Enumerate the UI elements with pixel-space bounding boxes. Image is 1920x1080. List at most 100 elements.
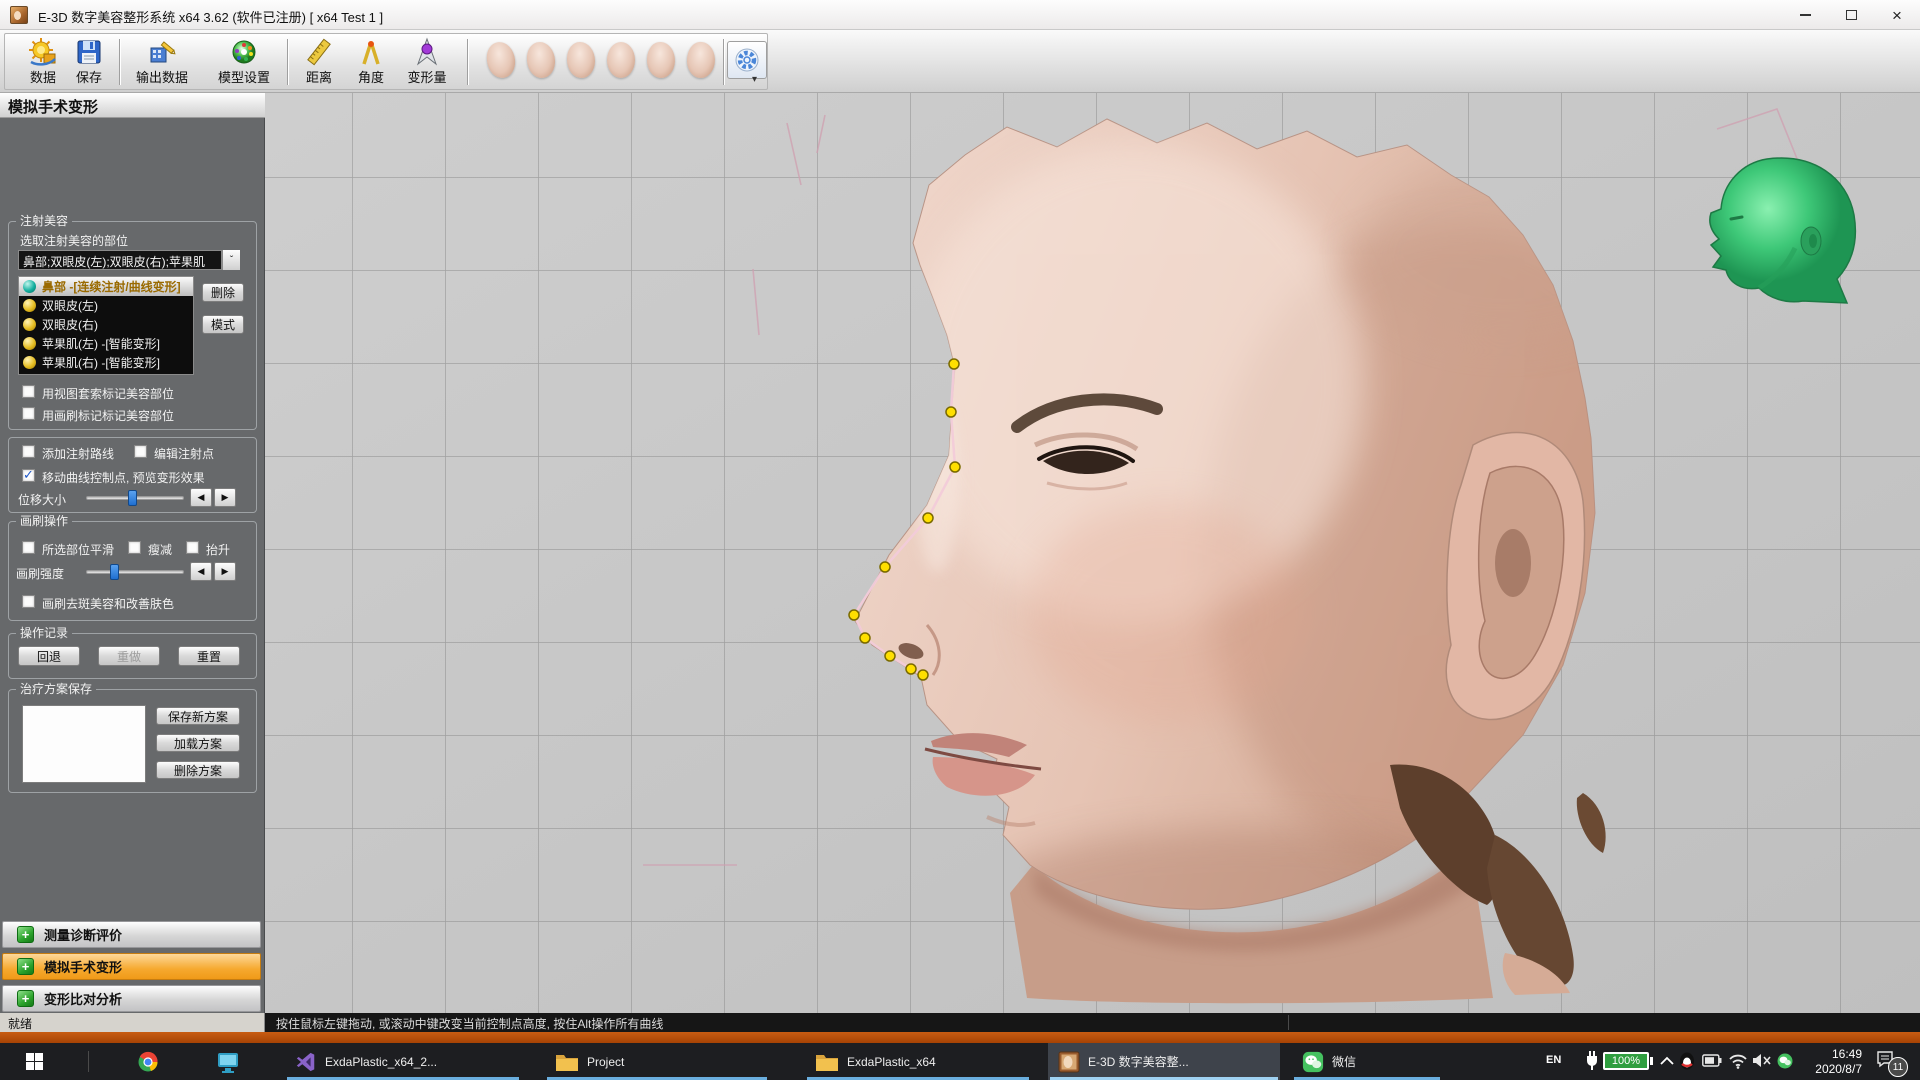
tray-clock[interactable]: 16:49 2020/8/7 <box>1800 1047 1862 1077</box>
list-item[interactable]: 双眼皮(右) <box>19 315 193 334</box>
face-right-profile-icon[interactable] <box>685 41 717 80</box>
maximize-button[interactable] <box>1828 0 1874 30</box>
reference-head-model[interactable] <box>1710 158 1856 303</box>
thin-label: 瘦减 <box>148 541 172 558</box>
taskbar-item-exdaplastic-vs[interactable]: ExdaPlastic_x64_2... <box>285 1043 521 1080</box>
tray-expand-icon[interactable] <box>1660 1056 1674 1066</box>
toolbar-save-button[interactable]: 保存 <box>67 36 111 88</box>
face-front-icon[interactable] <box>567 42 595 78</box>
toolbar-export-data-button[interactable]: 输出数据 <box>127 36 197 88</box>
brush-strength-slider-thumb[interactable] <box>110 564 119 580</box>
wechat-icon <box>1302 1051 1324 1073</box>
brush-strength-slider[interactable] <box>86 570 184 574</box>
taskbar-item-project-folder[interactable]: Project <box>545 1043 769 1080</box>
mode-button[interactable]: 模式 <box>202 315 244 334</box>
delete-plan-button[interactable]: 删除方案 <box>156 761 240 779</box>
toolbar-data-button[interactable]: 数据 <box>19 36 67 88</box>
redo-button[interactable]: 重做 <box>98 646 160 666</box>
move-ctrl-label: 移动曲线控制点, 预览变形效果 <box>42 469 205 486</box>
displacement-decrease-button[interactable]: ◀ <box>190 488 212 507</box>
volume-muted-icon[interactable] <box>1752 1053 1772 1068</box>
chrome-taskbar-button[interactable] <box>126 1043 170 1080</box>
load-plan-button[interactable]: 加载方案 <box>156 734 240 752</box>
list-item[interactable]: 双眼皮(左) <box>19 296 193 315</box>
thin-checkbox[interactable] <box>128 541 141 554</box>
delete-site-button[interactable]: 删除 <box>202 283 244 302</box>
lasso-mark-checkbox[interactable] <box>22 385 35 398</box>
tray-language[interactable]: EN <box>1546 1054 1561 1066</box>
power-plug-icon[interactable] <box>1584 1051 1600 1071</box>
plus-icon: + <box>17 990 34 1007</box>
lift-checkbox[interactable] <box>186 541 199 554</box>
brush-mark-checkbox[interactable] <box>22 407 35 420</box>
status-ready: 就绪 <box>0 1013 265 1032</box>
viewport-3d[interactable] <box>265 93 1920 1013</box>
smooth-label: 所选部位平滑 <box>42 541 114 558</box>
panel-title: 模拟手术变形 <box>0 93 265 118</box>
site-sphere-icon <box>23 356 36 369</box>
strength-increase-button[interactable]: ▶ <box>214 562 236 581</box>
maximize-icon <box>1846 10 1857 20</box>
data-icon <box>28 37 58 67</box>
application-window: E-3D 数字美容整形系统 x64 3.62 (软件已注册) [ x64 Tes… <box>0 0 1920 1080</box>
toolbar-deformation-button[interactable]: 变形量 <box>397 36 457 88</box>
brush-mark-label: 用画刷标记标记美容部位 <box>42 407 174 424</box>
move-ctrl-checkbox[interactable] <box>22 469 35 482</box>
face-bottom-up-icon[interactable] <box>607 42 635 78</box>
accordion-measure-diagnosis[interactable]: + 测量诊断评价 <box>2 921 261 948</box>
wifi-icon[interactable] <box>1728 1052 1748 1069</box>
ear-canal-shadow <box>1495 529 1531 597</box>
folder-icon <box>555 1051 579 1073</box>
spot-removal-checkbox[interactable] <box>22 595 35 608</box>
display-tool-taskbar-button[interactable] <box>206 1043 250 1080</box>
taskbar-item-exdaplastic-folder[interactable]: ExdaPlastic_x64 <box>805 1043 1031 1080</box>
save-plan-button[interactable]: 保存新方案 <box>156 707 240 725</box>
face-three-quarter-right-icon[interactable] <box>646 41 676 78</box>
combo-dropdown-icon[interactable]: ˇ <box>222 250 240 270</box>
displacement-slider-thumb[interactable] <box>128 490 137 506</box>
undo-button[interactable]: 回退 <box>18 646 80 666</box>
accordion-surgery-sim[interactable]: + 模拟手术变形 <box>2 953 261 980</box>
add-route-checkbox[interactable] <box>22 445 35 458</box>
qq-tray-icon[interactable] <box>1678 1051 1696 1071</box>
site-sphere-icon <box>23 318 36 331</box>
toolbar-angle-button[interactable]: 角度 <box>347 36 395 88</box>
status-hint: 按住鼠标左键拖动, 或滚动中键改变当前控制点高度, 按住Alt操作所有曲线 <box>276 1015 663 1032</box>
list-item[interactable]: 苹果肌(左) -[智能变形] <box>19 334 193 353</box>
toolbar-distance-button[interactable]: 距离 <box>295 36 343 88</box>
face-three-quarter-left-icon[interactable] <box>526 41 556 78</box>
select-site-label: 选取注射美容的部位 <box>20 232 128 249</box>
start-button[interactable] <box>12 1043 56 1080</box>
settings-gear-button[interactable] <box>727 41 767 79</box>
plan-listbox[interactable] <box>22 705 146 783</box>
reset-button[interactable]: 重置 <box>178 646 240 666</box>
battery-nub <box>1650 1057 1653 1065</box>
face-left-profile-icon[interactable] <box>485 41 517 80</box>
wechat-tray-icon[interactable] <box>1776 1052 1794 1070</box>
list-item[interactable]: 鼻部 -[连续注射/曲线变形] <box>19 277 193 296</box>
site-sphere-icon <box>23 299 36 312</box>
toolbar-overflow-icon[interactable]: ▾ <box>752 74 757 85</box>
displacement-increase-button[interactable]: ▶ <box>214 488 236 507</box>
site-combobox[interactable]: 鼻部;双眼皮(左);双眼皮(右);苹果肌 <box>18 250 222 270</box>
edit-point-checkbox[interactable] <box>134 445 147 458</box>
tray-time-value: 16:49 <box>1800 1047 1862 1062</box>
strength-decrease-button[interactable]: ◀ <box>190 562 212 581</box>
brush-group-title: 画刷操作 <box>16 515 72 527</box>
taskbar-item-e3d-active[interactable]: E-3D 数字美容整... <box>1048 1043 1280 1080</box>
list-item[interactable]: 苹果肌(右) -[智能变形] <box>19 353 193 372</box>
toolbar-model-settings-button[interactable]: 模型设置 <box>209 36 279 88</box>
notification-badge[interactable]: 11 <box>1888 1057 1908 1077</box>
taskbar-divider <box>88 1051 89 1072</box>
taskbar-item-wechat[interactable]: 微信 <box>1292 1043 1442 1080</box>
edit-point-label: 编辑注射点 <box>154 445 214 462</box>
minimize-button[interactable] <box>1782 0 1828 30</box>
close-button[interactable]: × <box>1874 0 1920 30</box>
battery-indicator[interactable]: 100% <box>1603 1052 1649 1070</box>
plus-icon: + <box>17 926 34 943</box>
history-group-title: 操作记录 <box>16 627 72 639</box>
smooth-checkbox[interactable] <box>22 541 35 554</box>
accordion-deformation-compare[interactable]: + 变形比对分析 <box>2 985 261 1012</box>
injection-group-title: 注射美容 <box>16 215 72 227</box>
battery-tray-icon[interactable] <box>1702 1054 1722 1067</box>
